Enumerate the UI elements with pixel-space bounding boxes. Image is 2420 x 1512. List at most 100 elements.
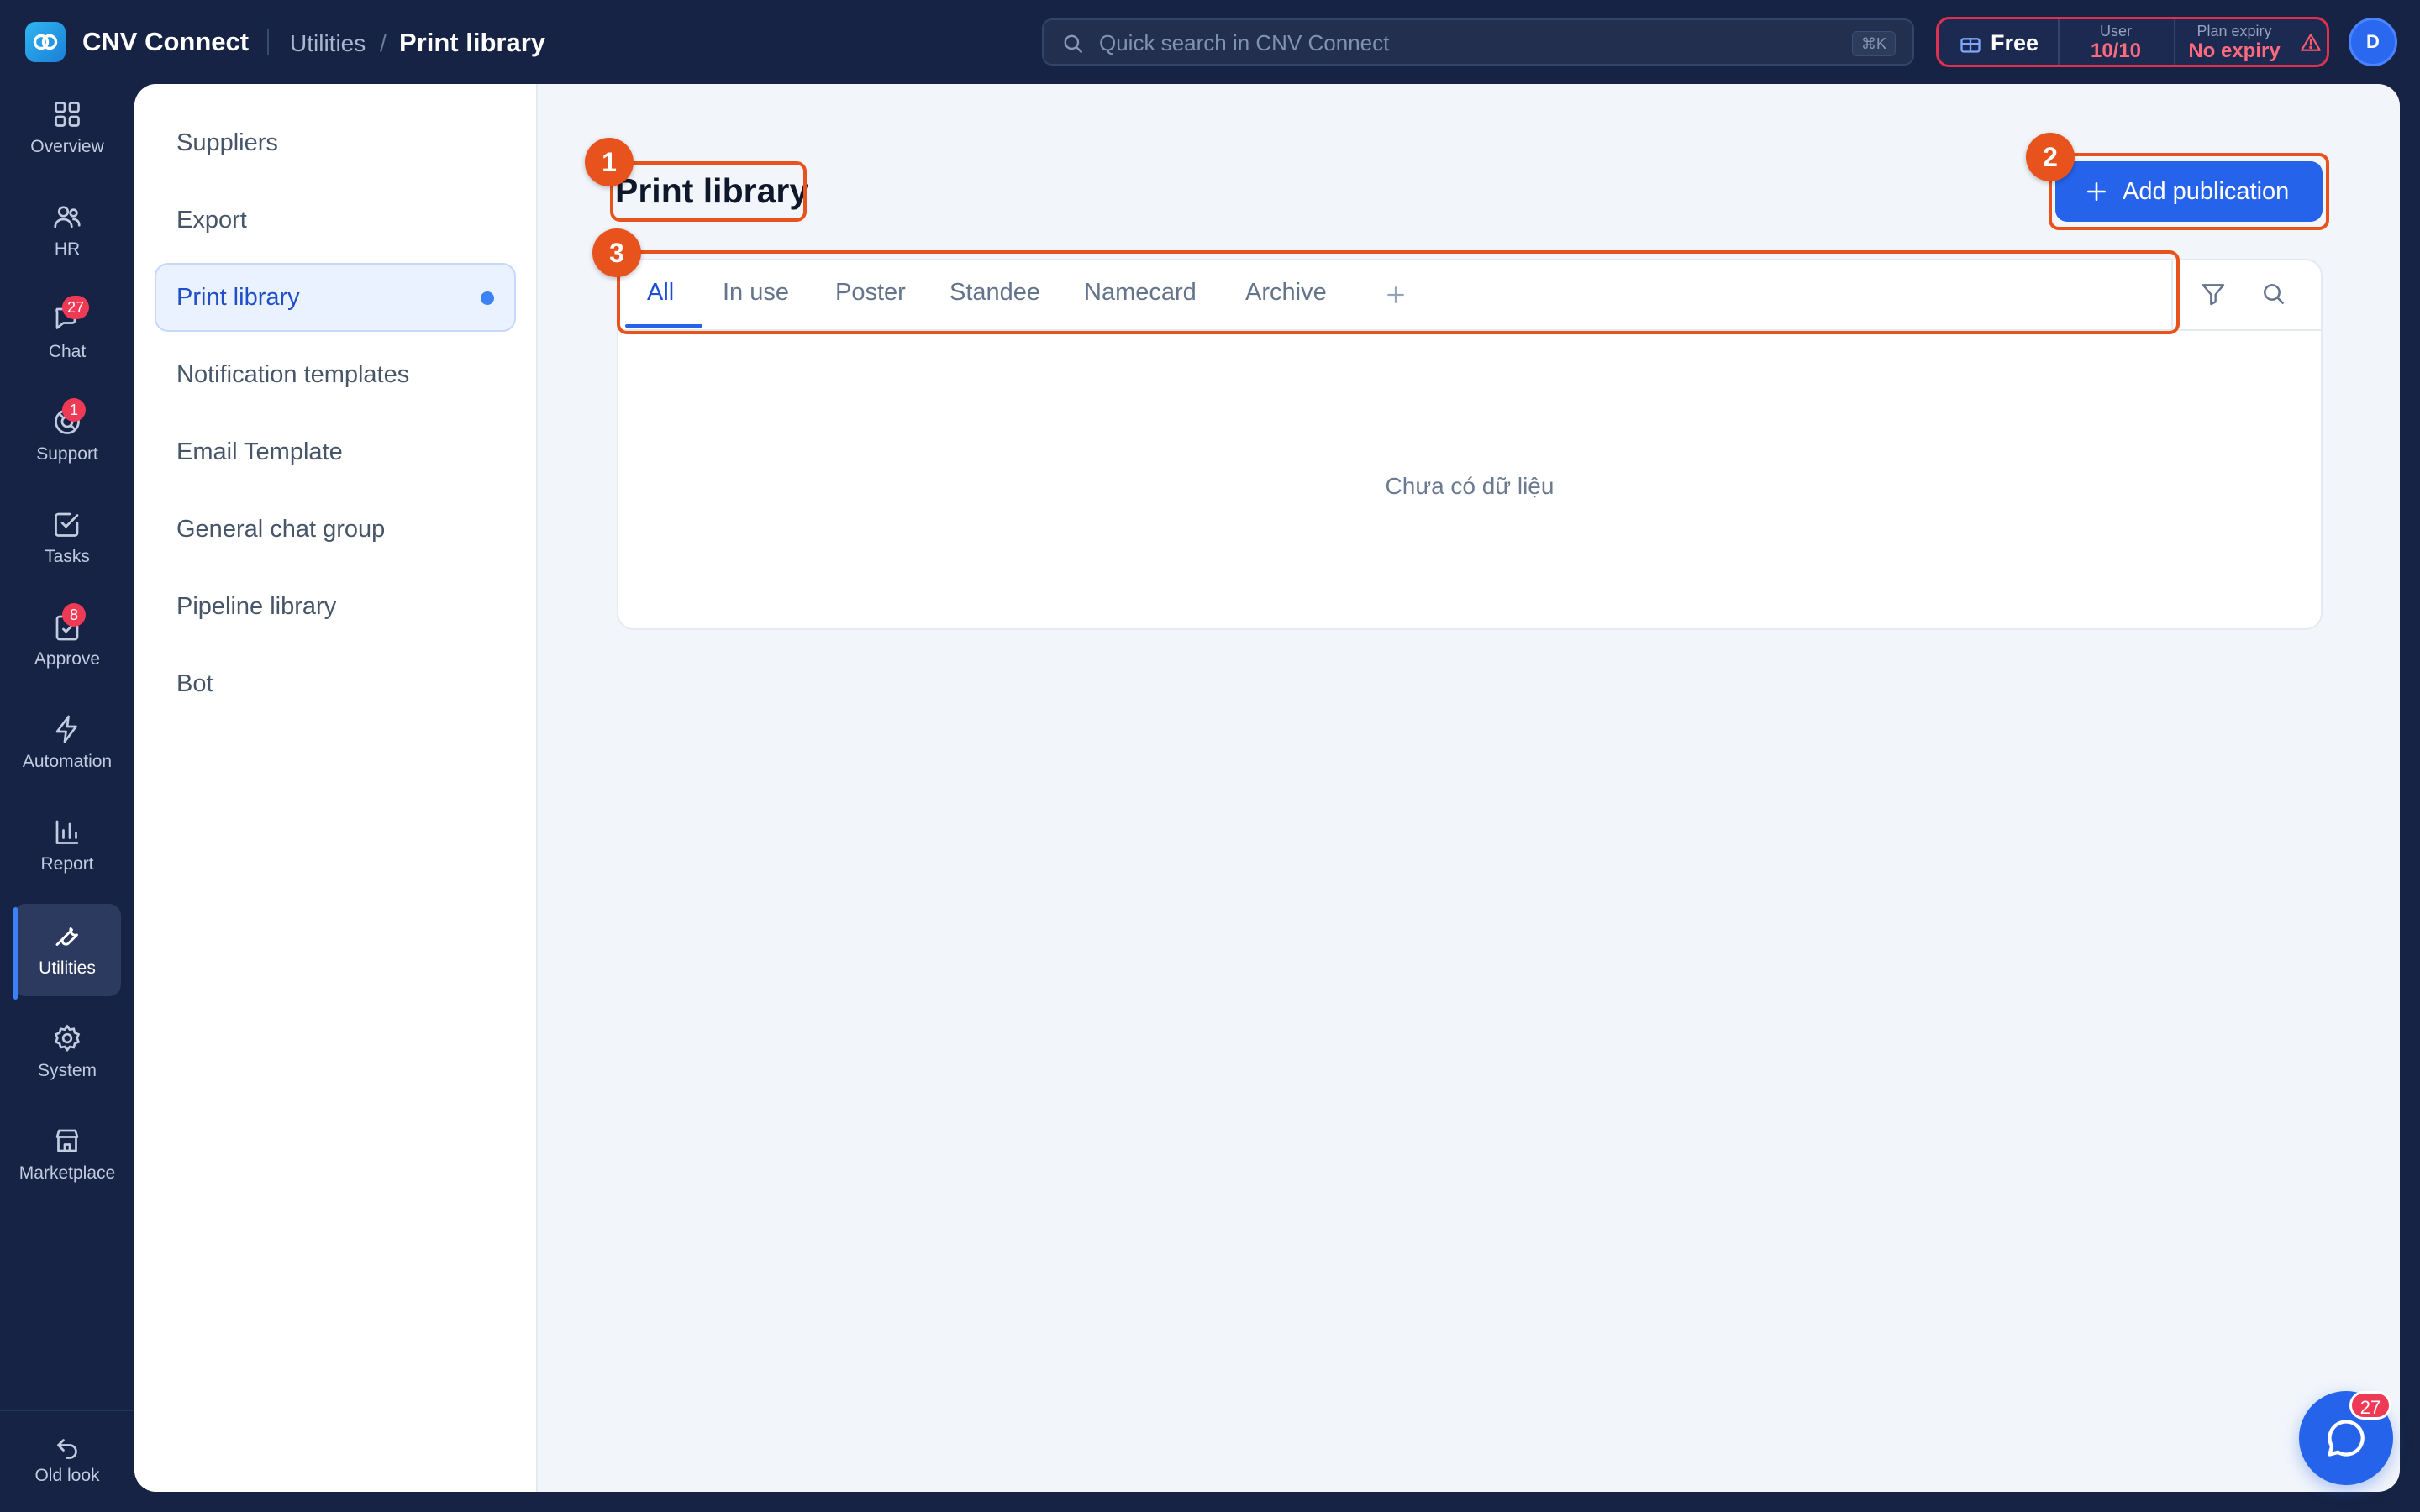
publication-tabs: All In use Poster Standee Namecard Archi…: [618, 260, 2321, 331]
chat-bubble-icon: [2328, 1420, 2365, 1457]
app-name: CNV Connect: [82, 27, 250, 56]
rail-label: Approve: [34, 649, 101, 669]
rail-item-overview[interactable]: Overview: [13, 82, 121, 175]
subnav-item-notification-templates[interactable]: Notification templates: [155, 340, 516, 409]
rail-item-system[interactable]: System: [13, 1006, 121, 1099]
store-icon: [52, 1126, 82, 1156]
plan-expiry-label: Plan expiry: [2196, 23, 2272, 39]
annotation-number-1: 1: [585, 138, 634, 186]
subnav-item-pipeline-library[interactable]: Pipeline library: [155, 572, 516, 641]
subnav-item-suppliers[interactable]: Suppliers: [155, 108, 516, 177]
rail-item-hr[interactable]: HR: [13, 185, 121, 277]
add-tab-icon[interactable]: [1383, 282, 1408, 307]
breadcrumb-parent[interactable]: Utilities: [290, 29, 366, 59]
rail-label: Automation: [22, 752, 113, 771]
subnav-label: Suppliers: [176, 129, 278, 156]
chat-fab-button[interactable]: 27: [2299, 1391, 2393, 1485]
approve-badge: 8: [62, 603, 86, 627]
rail-label: HR: [54, 239, 81, 259]
utilities-subnav: Suppliers Export Print library Notificat…: [134, 84, 538, 1492]
wrench-icon: [52, 921, 82, 951]
rail-divider: [0, 1410, 134, 1411]
plan-expiry-value: No expiry: [2188, 39, 2281, 62]
user-count-value: 10/10: [2090, 39, 2142, 62]
rail-item-marketplace[interactable]: Marketplace: [13, 1109, 121, 1201]
user-count-label: User: [2099, 23, 2132, 39]
rail-item-tasks[interactable]: Tasks: [13, 492, 121, 585]
toolbar-divider: [2171, 260, 2173, 329]
plan-status[interactable]: Free User 10/10 Plan expiry No expiry: [1936, 17, 2329, 67]
rail-label: Support: [36, 444, 98, 464]
plan-name: Free: [1991, 30, 2039, 55]
search-placeholder: Quick search in CNV Connect: [1099, 30, 1390, 55]
rail-item-support[interactable]: 1 Support: [13, 390, 121, 482]
rail-item-chat[interactable]: 27 Chat: [13, 287, 121, 380]
grid-icon: [52, 99, 82, 129]
tab-namecard[interactable]: Namecard: [1084, 277, 1197, 307]
breadcrumb-separator: /: [380, 30, 387, 56]
main-panel: Suppliers Export Print library Notificat…: [134, 84, 2400, 1492]
annotation-number-2: 2: [2026, 133, 2075, 181]
publication-list-card: All In use Poster Standee Namecard Archi…: [617, 259, 2323, 630]
add-publication-button[interactable]: Add publication: [2055, 161, 2323, 222]
rail-label: Report: [40, 854, 94, 874]
global-search-input[interactable]: Quick search in CNV Connect ⌘K: [1042, 18, 1914, 66]
tab-poster[interactable]: Poster: [835, 277, 906, 307]
users-icon: [52, 202, 82, 232]
tab-in-use[interactable]: In use: [723, 277, 789, 307]
add-publication-label: Add publication: [2123, 178, 2290, 205]
filter-icon[interactable]: [2200, 281, 2227, 307]
subnav-label: Export: [176, 207, 247, 234]
chat-fab-badge: 27: [2349, 1391, 2391, 1420]
undo-icon: [52, 1431, 82, 1462]
search-icon[interactable]: [2260, 281, 2287, 307]
rail-label: Utilities: [39, 958, 96, 978]
chat-badge: 27: [62, 296, 90, 319]
plus-icon: [2086, 181, 2107, 202]
subnav-item-print-library[interactable]: Print library: [155, 263, 516, 332]
rail-label: Chat: [48, 342, 87, 361]
header-divider: [267, 29, 269, 55]
old-look-label: Old look: [34, 1466, 100, 1485]
rail-item-report[interactable]: Report: [13, 800, 121, 892]
task-check-icon: [52, 509, 82, 539]
subnav-item-bot[interactable]: Bot: [155, 649, 516, 718]
subnav-label: General chat group: [176, 516, 386, 543]
active-dot: [481, 291, 494, 305]
tab-standee[interactable]: Standee: [950, 277, 1040, 307]
rail-label: System: [37, 1061, 97, 1080]
top-bar: CNV Connect Utilities / Print library Qu…: [0, 0, 2420, 84]
search-shortcut: ⌘K: [1851, 31, 1896, 56]
support-badge: 1: [62, 398, 86, 422]
rail-item-approve[interactable]: 8 Approve: [13, 595, 121, 687]
rail-item-automation[interactable]: Automation: [13, 697, 121, 790]
subnav-label: Email Template: [176, 438, 343, 465]
gift-icon: [1960, 38, 1981, 53]
tab-all[interactable]: All: [647, 277, 674, 307]
subnav-item-export[interactable]: Export: [155, 186, 516, 255]
subnav-label: Pipeline library: [176, 593, 337, 620]
subnav-label: Bot: [176, 670, 213, 697]
subnav-label: Print library: [176, 284, 300, 311]
tab-archive[interactable]: Archive: [1245, 277, 1327, 307]
app-logo-icon[interactable]: [25, 22, 66, 62]
breadcrumb-current: Print library: [399, 28, 545, 57]
rail-item-utilities[interactable]: Utilities: [13, 904, 121, 996]
warning-icon: [2300, 32, 2322, 54]
tab-active-underline: [625, 324, 702, 328]
old-look-button[interactable]: Old look: [13, 1416, 121, 1509]
annotation-number-3: 3: [592, 228, 641, 277]
gear-icon: [52, 1023, 82, 1053]
rail-label: Marketplace: [18, 1163, 116, 1183]
rail-label: Tasks: [45, 547, 90, 566]
subnav-item-email-template[interactable]: Email Template: [155, 417, 516, 486]
subnav-item-general-chat-group[interactable]: General chat group: [155, 495, 516, 564]
rail-active-indicator: [13, 907, 18, 1000]
lightning-icon: [52, 714, 82, 744]
user-avatar[interactable]: D: [2349, 18, 2397, 66]
empty-state-text: Chưa có dữ liệu: [1385, 473, 1555, 499]
page-title: Print library: [615, 171, 809, 210]
search-icon: [1062, 33, 1084, 55]
subnav-label: Notification templates: [176, 361, 410, 388]
bar-chart-icon: [52, 816, 82, 847]
